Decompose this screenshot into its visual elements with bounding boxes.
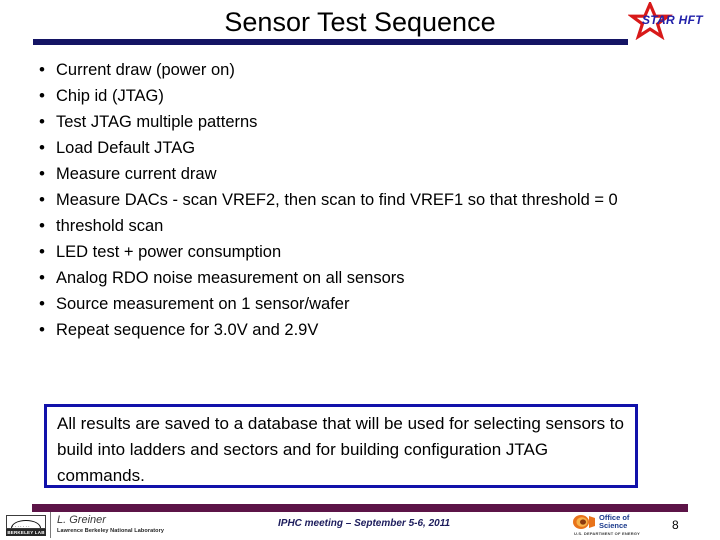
- doe-swirl-icon: [572, 514, 596, 530]
- footer-divider-bar: [32, 504, 688, 512]
- doe-office-label: Office of Science: [599, 514, 629, 530]
- bullet-marker-icon: •: [39, 190, 45, 209]
- bullet-marker-icon: •: [39, 268, 45, 287]
- list-item: • Measure current draw: [28, 162, 668, 186]
- list-item: • Current draw (power on): [28, 58, 668, 82]
- callout-box: All results are saved to a database that…: [44, 404, 638, 488]
- list-item: • Measure DACs - scan VREF2, then scan t…: [28, 188, 668, 212]
- page-number: 8: [672, 518, 679, 532]
- callout-text: All results are saved to a database that…: [57, 414, 624, 485]
- berkeley-dome-shape: ·······: [6, 515, 46, 529]
- list-item-label: Current draw (power on): [56, 61, 235, 79]
- list-item: • Analog RDO noise measurement on all se…: [28, 266, 668, 290]
- list-item-label: Load Default JTAG: [56, 139, 196, 157]
- title-divider-rule: [33, 39, 628, 45]
- bullet-marker-icon: •: [39, 294, 45, 313]
- list-item-label: Measure current draw: [56, 165, 217, 183]
- list-item-label: Test JTAG multiple patterns: [56, 113, 258, 131]
- bullet-marker-icon: •: [39, 216, 45, 235]
- star-hft-logo: STAR HFT: [628, 2, 720, 40]
- bullet-marker-icon: •: [39, 138, 45, 157]
- list-item-label: Source measurement on 1 sensor/wafer: [56, 295, 350, 313]
- bullet-marker-icon: •: [39, 86, 45, 105]
- list-item-label: LED test + power consumption: [56, 243, 282, 261]
- list-item-label: Analog RDO noise measurement on all sens…: [56, 269, 405, 287]
- list-item: • LED test + power consumption: [28, 240, 668, 264]
- doe-label-line2: Science: [599, 521, 628, 530]
- list-item-label: Measure DACs - scan VREF2, then scan to …: [56, 191, 618, 209]
- bullet-marker-icon: •: [39, 242, 45, 261]
- presenter-name: L. Greiner: [57, 514, 106, 526]
- list-item: • threshold scan: [28, 214, 668, 238]
- bullet-marker-icon: •: [39, 320, 45, 339]
- list-item: • Chip id (JTAG): [28, 84, 668, 108]
- list-item: • Source measurement on 1 sensor/wafer: [28, 292, 668, 316]
- star-hft-logo-label: STAR HFT: [642, 13, 703, 27]
- institution-label: Lawrence Berkeley National Laboratory: [57, 528, 165, 534]
- list-item-label: Chip id (JTAG): [56, 87, 164, 105]
- footer: ······· BERKELEY LAB L. Greiner Lawrence…: [0, 512, 720, 540]
- bullet-marker-icon: •: [39, 112, 45, 131]
- berkeley-lab-logo-label: BERKELEY LAB: [6, 529, 46, 536]
- page-title: Sensor Test Sequence: [224, 7, 496, 37]
- list-item-label: threshold scan: [56, 217, 164, 235]
- list-item: • Load Default JTAG: [28, 136, 668, 160]
- list-item-label: Repeat sequence for 3.0V and 2.9V: [56, 321, 319, 339]
- footer-separator: [50, 512, 51, 538]
- bullet-marker-icon: •: [39, 60, 45, 79]
- meeting-label: IPHC meeting – September 5-6, 2011: [278, 518, 451, 529]
- bullet-marker-icon: •: [39, 164, 45, 183]
- doe-office-of-science-logo: Office of Science U.S. DEPARTMENT OF ENE…: [572, 513, 656, 537]
- list-item: • Repeat sequence for 3.0V and 2.9V: [28, 318, 668, 342]
- doe-department-label: U.S. DEPARTMENT OF ENERGY: [574, 531, 641, 536]
- berkeley-lab-logo-icon: ······· BERKELEY LAB: [4, 514, 48, 538]
- bullet-list: • Current draw (power on) • Chip id (JTA…: [28, 58, 668, 344]
- list-item: • Test JTAG multiple patterns: [28, 110, 668, 134]
